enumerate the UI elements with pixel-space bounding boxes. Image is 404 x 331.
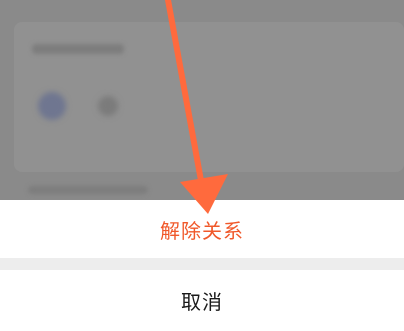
blurred-text: [28, 186, 148, 194]
blurred-icon: [98, 96, 118, 116]
blurred-avatar: [38, 92, 66, 120]
blurred-text: [32, 44, 124, 54]
screen: 解除关系 取消: [0, 0, 404, 331]
dimmed-background-page: [0, 0, 404, 200]
remove-relation-button[interactable]: 解除关系: [0, 200, 404, 258]
cancel-button[interactable]: 取消: [0, 270, 404, 331]
action-sheet-divider: [0, 258, 404, 270]
action-sheet: 解除关系 取消: [0, 200, 404, 331]
